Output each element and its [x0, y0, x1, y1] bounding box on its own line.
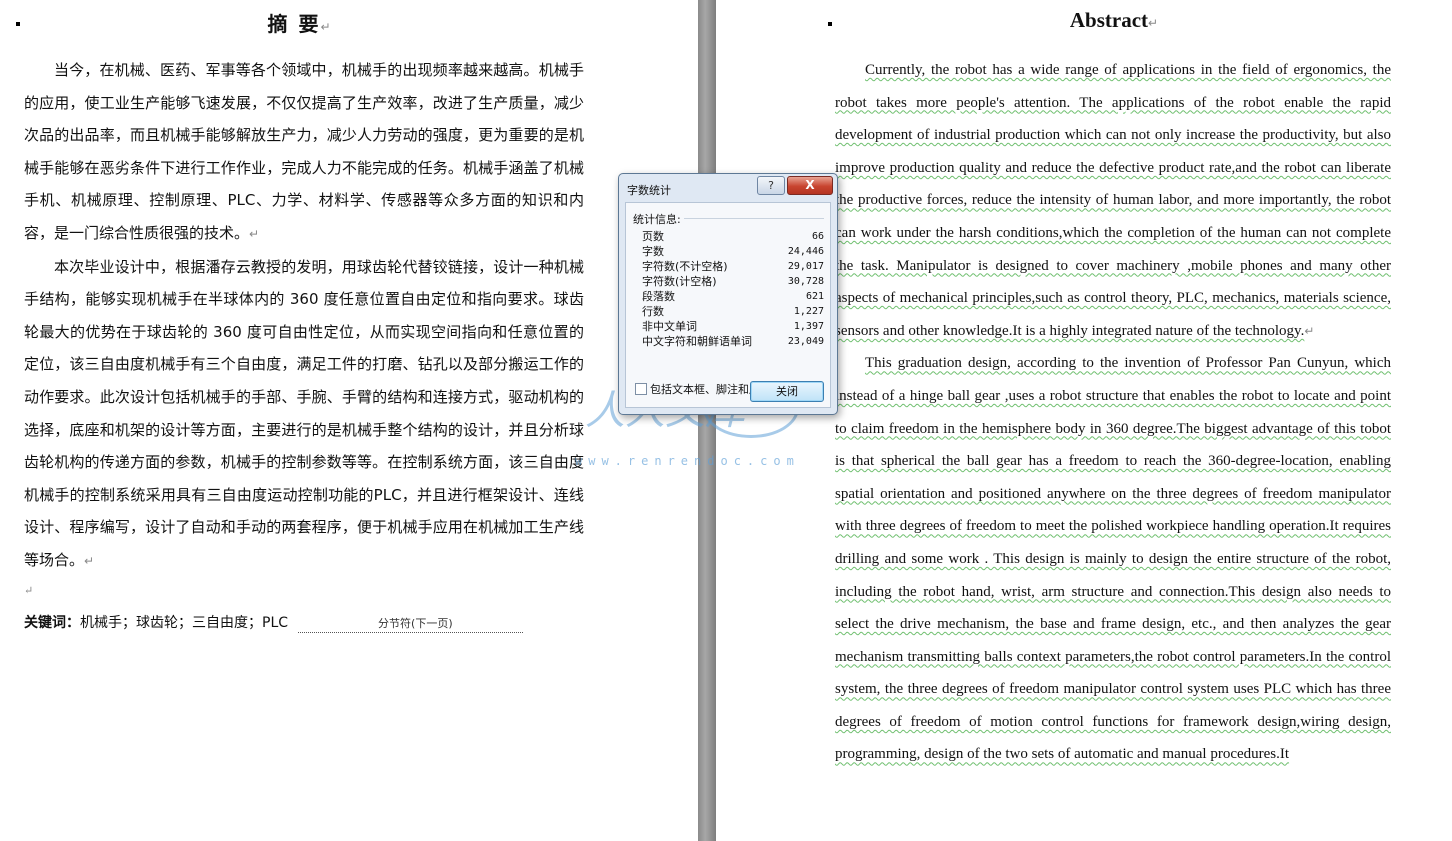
stat-label: 字符数(计空格): [642, 275, 717, 288]
chinese-paragraph-2-text: 本次毕业设计中，根据潘存云教授的发明，用球齿轮代替铰链接，设计一种机械手结构，能…: [24, 257, 584, 569]
stats-heading-rule: [684, 218, 824, 219]
stat-value: 29,017: [787, 261, 824, 272]
stat-label: 字符数(不计空格): [642, 260, 728, 273]
paragraph-mark-icon: ↵: [249, 226, 260, 241]
stat-label: 中文字符和朝鲜语单词: [642, 335, 752, 348]
chinese-title-wrap: 摘 要↵: [0, 8, 600, 37]
close-dialog-button[interactable]: 关闭: [750, 381, 824, 402]
dialog-title: 字数统计: [627, 184, 671, 197]
chinese-body[interactable]: 当今，在机械、医药、军事等各个领域中，机械手的出现频率越来越高。机械手的应用，使…: [24, 54, 584, 578]
document-page-right[interactable]: Abstract↵ Currently, the robot has a wid…: [716, 0, 1452, 841]
stat-label: 页数: [642, 230, 664, 243]
stat-value: 24,446: [787, 246, 824, 257]
page-corner-marker: [828, 22, 832, 26]
stat-row-paragraphs: 段落数 621: [642, 289, 824, 304]
stat-row-chars-with-spaces: 字符数(计空格) 30,728: [642, 274, 824, 289]
chinese-title: 摘 要: [267, 12, 321, 36]
stat-row-non-chinese-words: 非中文单词 1,397: [642, 319, 824, 334]
keywords-label: 关键词：: [24, 615, 80, 631]
chinese-paragraph-1-text: 当今，在机械、医药、军事等各个领域中，机械手的出现频率越来越高。机械手的应用，使…: [24, 61, 584, 242]
chinese-paragraph-2: 本次毕业设计中，根据潘存云教授的发明，用球齿轮代替铰链接，设计一种机械手结构，能…: [24, 251, 584, 578]
include-textboxes-checkbox[interactable]: [635, 383, 647, 395]
english-paragraph-1-text: Currently, the robot has a wide range of…: [835, 62, 1391, 339]
stat-value: 66: [811, 231, 824, 242]
page-gap-divider: [698, 0, 716, 841]
keywords-line: 关键词：机械手；球齿轮；三自由度；PLC 分节符(下一页): [24, 612, 523, 633]
stat-row-pages: 页数 66: [642, 229, 824, 244]
dialog-panel: 统计信息: 页数 66 字数 24,446 字符数(不计空格) 29,017 字符数(…: [625, 202, 831, 408]
section-break: 分节符(下一页): [298, 615, 523, 633]
stat-row-words: 字数 24,446: [642, 244, 824, 259]
help-button[interactable]: ?: [757, 176, 785, 195]
stat-row-chars-no-spaces: 字符数(不计空格) 29,017: [642, 259, 824, 274]
stat-label: 非中文单词: [642, 320, 697, 333]
stats-heading: 统计信息:: [633, 213, 681, 226]
stat-row-chinese-chars: 中文字符和朝鲜语单词 23,049: [642, 334, 824, 349]
chinese-paragraph-1: 当今，在机械、医药、军事等各个领域中，机械手的出现频率越来越高。机械手的应用，使…: [24, 54, 584, 251]
document-page-left[interactable]: 摘 要↵ 当今，在机械、医药、军事等各个领域中，机械手的出现频率越来越高。机械手…: [0, 0, 698, 841]
paragraph-mark-icon: ↵: [1304, 323, 1315, 338]
stat-label: 行数: [642, 305, 664, 318]
stat-label: 段落数: [642, 290, 675, 303]
paragraph-mark-icon: ↵: [84, 553, 95, 568]
english-title-wrap: Abstract↵: [834, 8, 1394, 33]
close-x-button[interactable]: X: [787, 176, 833, 195]
english-paragraph-1: Currently, the robot has a wide range of…: [835, 54, 1391, 347]
empty-paragraph-mark-icon: ↵: [24, 584, 34, 597]
english-paragraph-2-text: This graduation design, according to the…: [835, 355, 1391, 763]
paragraph-mark-icon: ↵: [320, 20, 333, 34]
english-body[interactable]: Currently, the robot has a wide range of…: [835, 54, 1391, 771]
stat-value: 23,049: [787, 336, 824, 347]
keywords-value: 机械手；球齿轮；三自由度；PLC: [80, 615, 289, 631]
paragraph-mark-icon: ↵: [1148, 16, 1159, 30]
stat-row-lines: 行数 1,227: [642, 304, 824, 319]
stat-value: 621: [805, 291, 824, 302]
word-count-dialog[interactable]: 字数统计 ? X 统计信息: 页数 66 字数 24,446 字符数(不计空格) 29…: [618, 173, 838, 415]
english-paragraph-2: This graduation design, according to the…: [835, 347, 1391, 771]
stat-value: 1,227: [793, 306, 824, 317]
english-title: Abstract: [1069, 8, 1149, 32]
stat-value: 1,397: [793, 321, 824, 332]
stat-label: 字数: [642, 245, 664, 258]
stat-value: 30,728: [787, 276, 824, 287]
